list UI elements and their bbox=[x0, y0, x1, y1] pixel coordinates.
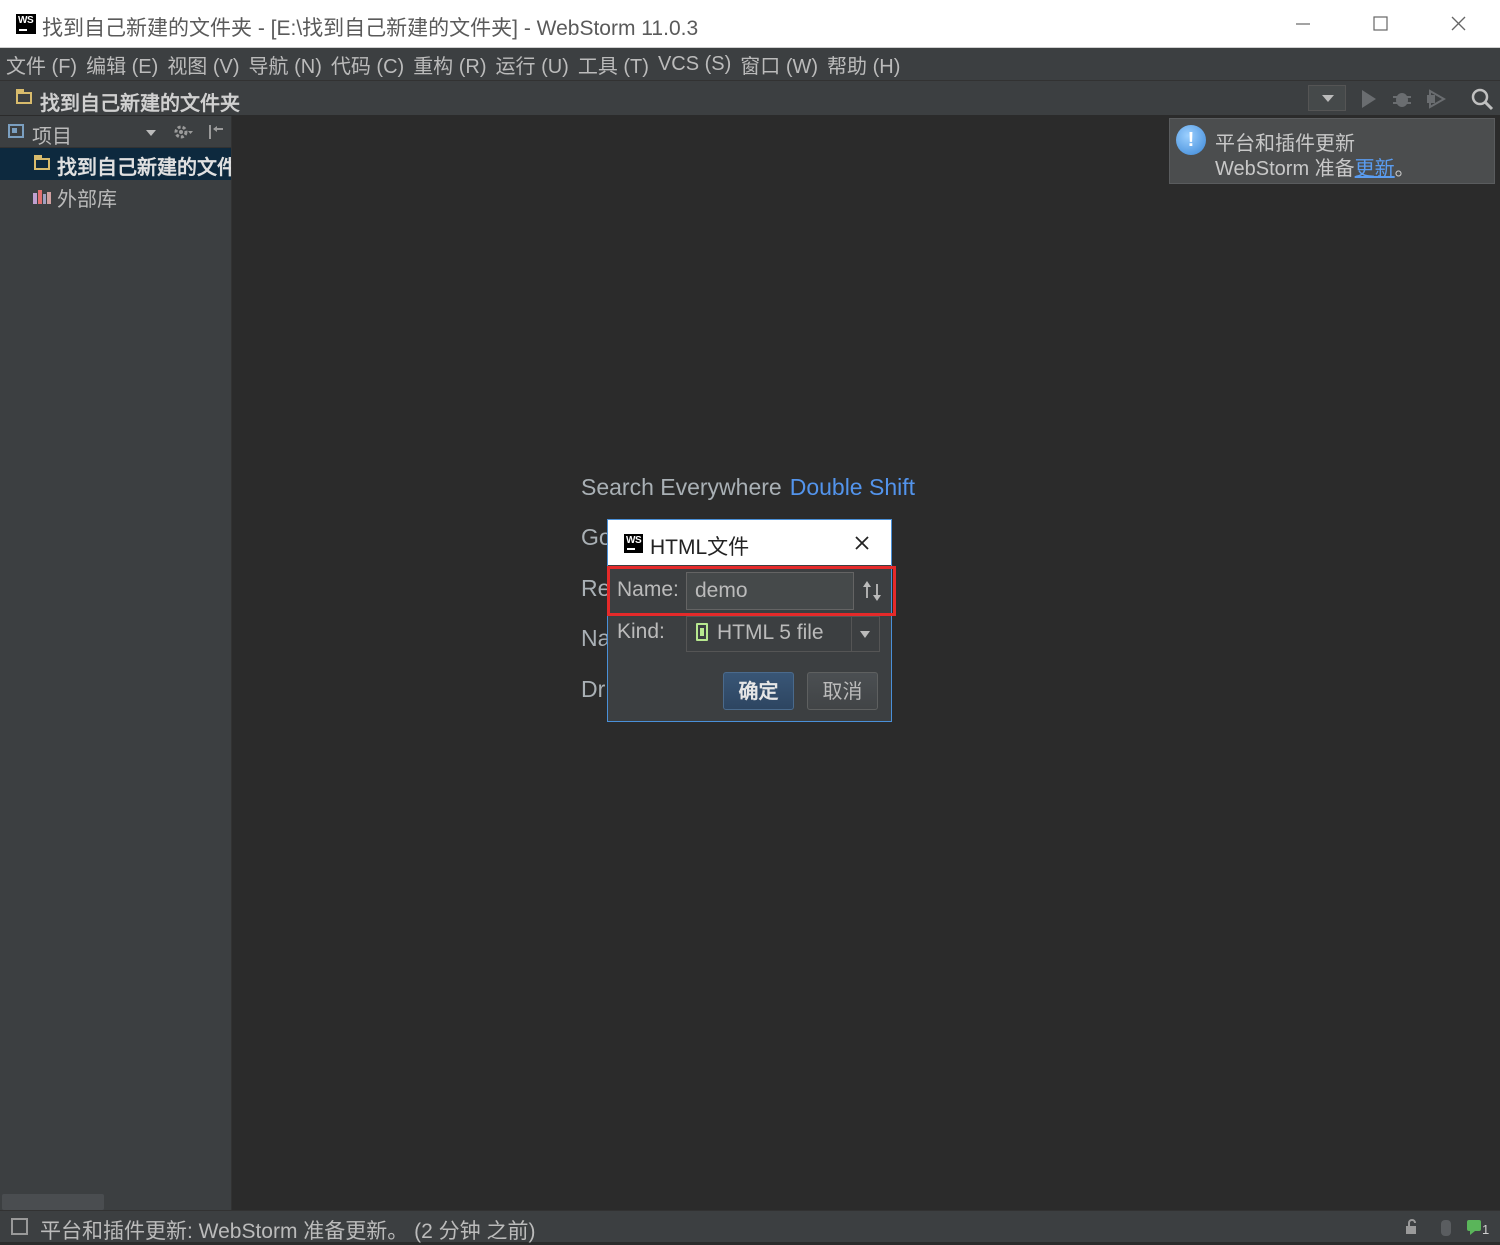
kind-label: Kind: bbox=[617, 620, 665, 643]
project-panel-header: 项目 bbox=[0, 116, 231, 148]
menu-edit[interactable]: 编辑 (E) bbox=[86, 50, 158, 79]
inspector-icon[interactable] bbox=[1438, 1219, 1454, 1237]
hint-search-everywhere: Search Everywhere Double Shift bbox=[581, 474, 915, 501]
hint-drop-files: Dr bbox=[581, 676, 606, 702]
folder-icon bbox=[16, 89, 32, 104]
select-divider bbox=[851, 617, 852, 651]
window-title: 找到自己新建的文件夹 - [E:\找到自己新建的文件夹] - WebStorm … bbox=[42, 17, 699, 40]
hint-shortcut: Double Shift bbox=[789, 474, 916, 500]
run-configuration-dropdown[interactable] bbox=[1308, 85, 1346, 111]
event-log-icon[interactable]: 1 bbox=[1466, 1219, 1494, 1237]
debug-icon[interactable] bbox=[1390, 87, 1414, 111]
project-tool-window: 项目 找到自己新建的文件夹 外部库 bbox=[0, 116, 232, 1210]
menu-window[interactable]: 窗口 (W) bbox=[740, 50, 818, 79]
navigation-bar: 找到自己新建的文件夹 bbox=[0, 80, 1500, 116]
run-icon[interactable] bbox=[1356, 87, 1380, 111]
status-message[interactable]: 平台和插件更新: WebStorm 准备更新。 (2 分钟 之前) bbox=[40, 1215, 535, 1245]
tree-item-label: 找到自己新建的文件夹 bbox=[57, 157, 231, 179]
event-count: 1 bbox=[1482, 1222, 1489, 1237]
status-bar: 平台和插件更新: WebStorm 准备更新。 (2 分钟 之前) 1 bbox=[0, 1210, 1500, 1245]
html-file-icon bbox=[696, 623, 708, 641]
webstorm-logo-icon: WS bbox=[624, 534, 643, 553]
update-notification: ! 平台和插件更新 WebStorm 准备更新。 bbox=[1169, 118, 1495, 184]
menu-help[interactable]: 帮助 (H) bbox=[827, 50, 900, 79]
chevron-down-icon[interactable] bbox=[860, 631, 870, 638]
sort-arrows-icon[interactable] bbox=[860, 578, 884, 604]
file-name-input[interactable] bbox=[686, 572, 854, 610]
menu-code[interactable]: 代码 (C) bbox=[331, 50, 404, 79]
gear-icon[interactable] bbox=[172, 122, 194, 142]
close-window-button[interactable] bbox=[1444, 10, 1474, 38]
cancel-button[interactable]: 取消 bbox=[807, 672, 878, 710]
chevron-down-icon[interactable] bbox=[146, 130, 156, 136]
menu-bar: 文件 (F) 编辑 (E) 视图 (V) 导航 (N) 代码 (C) 重构 (R… bbox=[0, 48, 1500, 80]
update-link[interactable]: 更新 bbox=[1355, 158, 1395, 180]
webstorm-logo-icon: WS bbox=[16, 14, 36, 34]
tool-windows-toggle-icon[interactable] bbox=[11, 1218, 28, 1235]
maximize-button[interactable] bbox=[1366, 10, 1396, 38]
hint-recent: Re bbox=[581, 575, 611, 601]
breadcrumb-project[interactable]: 找到自己新建的文件夹 bbox=[40, 87, 240, 116]
collapse-all-icon[interactable] bbox=[206, 122, 226, 142]
menu-vcs[interactable]: VCS (S) bbox=[658, 53, 731, 76]
menu-file[interactable]: 文件 (F) bbox=[6, 50, 77, 79]
close-icon[interactable] bbox=[852, 533, 872, 553]
kind-selected-value: HTML 5 file bbox=[717, 621, 824, 644]
tree-item-project-root[interactable]: 找到自己新建的文件夹 bbox=[0, 148, 231, 180]
title-bar: WS 找到自己新建的文件夹 - [E:\找到自己新建的文件夹] - WebSto… bbox=[0, 0, 1500, 48]
notification-suffix: 。 bbox=[1394, 158, 1415, 180]
coverage-icon[interactable] bbox=[1424, 87, 1448, 111]
ok-button[interactable]: 确定 bbox=[723, 672, 794, 710]
menu-navigate[interactable]: 导航 (N) bbox=[249, 50, 322, 79]
menu-tools[interactable]: 工具 (T) bbox=[578, 50, 649, 79]
tree-item-external-libraries[interactable]: 外部库 bbox=[0, 180, 231, 212]
menu-view[interactable]: 视图 (V) bbox=[167, 50, 239, 79]
project-panel-title[interactable]: 项目 bbox=[32, 120, 72, 149]
tree-item-label: 外部库 bbox=[57, 189, 117, 211]
menu-refactor[interactable]: 重构 (R) bbox=[413, 50, 486, 79]
minimize-button[interactable] bbox=[1288, 10, 1318, 38]
dialog-title: HTML文件 bbox=[650, 536, 750, 559]
notification-body: WebStorm 准备更新。 bbox=[1215, 152, 1415, 181]
hint-label: Search Everywhere bbox=[581, 474, 782, 500]
library-icon bbox=[33, 190, 51, 204]
project-view-icon bbox=[8, 124, 24, 138]
notification-text: WebStorm 准备 bbox=[1215, 158, 1355, 180]
name-label: Name: bbox=[617, 578, 679, 601]
hint-navigation: Na bbox=[581, 625, 611, 651]
kind-select[interactable]: HTML 5 file bbox=[686, 616, 880, 652]
lock-icon[interactable] bbox=[1404, 1219, 1420, 1235]
folder-icon bbox=[34, 155, 50, 170]
search-icon[interactable] bbox=[1470, 87, 1494, 111]
info-icon: ! bbox=[1176, 125, 1206, 155]
horizontal-scrollbar[interactable] bbox=[2, 1194, 104, 1210]
dialog-title-bar: WS HTML文件 bbox=[608, 520, 891, 565]
new-html-file-dialog: WS HTML文件 Name: Kind: HTML 5 file 确定 取消 bbox=[607, 519, 892, 722]
menu-run[interactable]: 运行 (U) bbox=[496, 50, 569, 79]
